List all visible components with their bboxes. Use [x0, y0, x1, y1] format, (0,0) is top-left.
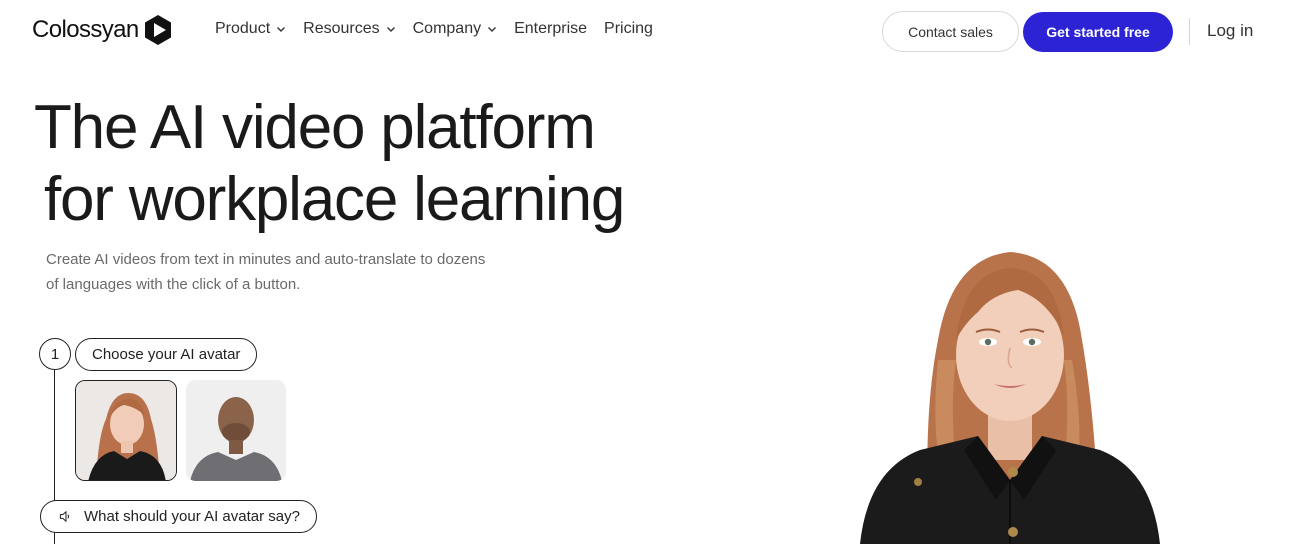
avatar-script-label: What should your AI avatar say?: [84, 508, 300, 525]
man-avatar-image: [186, 380, 286, 481]
nav-resources[interactable]: Resources: [303, 20, 395, 38]
login-link[interactable]: Log in: [1207, 21, 1253, 41]
chevron-down-icon: [386, 27, 395, 32]
hero-title-line2: for workplace learning: [44, 165, 625, 234]
nav-enterprise-label: Enterprise: [514, 20, 588, 37]
woman-avatar-image: [76, 381, 176, 480]
primary-nav: Product Resources Company Enterprise Pri…: [215, 20, 653, 38]
nav-company-label: Company: [412, 20, 482, 37]
chevron-down-icon: [277, 27, 286, 32]
logo-play-icon: [144, 15, 171, 45]
top-navigation: Colossyan Product Resources Company Ente…: [0, 0, 1306, 62]
colossyan-logo[interactable]: Colossyan: [32, 14, 173, 46]
nav-divider: [1189, 18, 1190, 45]
nav-pricing[interactable]: Pricing: [604, 20, 653, 38]
avatar-option-woman[interactable]: [75, 380, 177, 481]
nav-pricing-label: Pricing: [604, 20, 653, 37]
hero-title: The AI video platform for workplace learn…: [34, 92, 625, 236]
get-started-button[interactable]: Get started free: [1023, 12, 1173, 52]
ai-presenter-image: [860, 252, 1160, 544]
choose-avatar-label: Choose your AI avatar: [75, 338, 258, 371]
logo-wordmark: Colossyan: [32, 16, 139, 43]
nav-resources-label: Resources: [303, 20, 380, 37]
nav-product-label: Product: [215, 20, 271, 37]
nav-enterprise[interactable]: Enterprise: [514, 20, 587, 38]
nav-company[interactable]: Company: [413, 20, 497, 38]
hero-subtitle: Create AI videos from text in minutes an…: [46, 251, 486, 293]
avatar-script-prompt[interactable]: What should your AI avatar say?: [40, 500, 317, 533]
speaker-icon: [59, 510, 70, 523]
contact-sales-button[interactable]: Contact sales: [882, 11, 1019, 52]
chevron-down-icon: [488, 27, 497, 32]
avatar-option-man[interactable]: [186, 380, 286, 481]
hero-title-line1: The AI video platform: [34, 93, 596, 162]
step-number-badge: 1: [39, 338, 71, 370]
nav-product[interactable]: Product: [215, 20, 286, 38]
